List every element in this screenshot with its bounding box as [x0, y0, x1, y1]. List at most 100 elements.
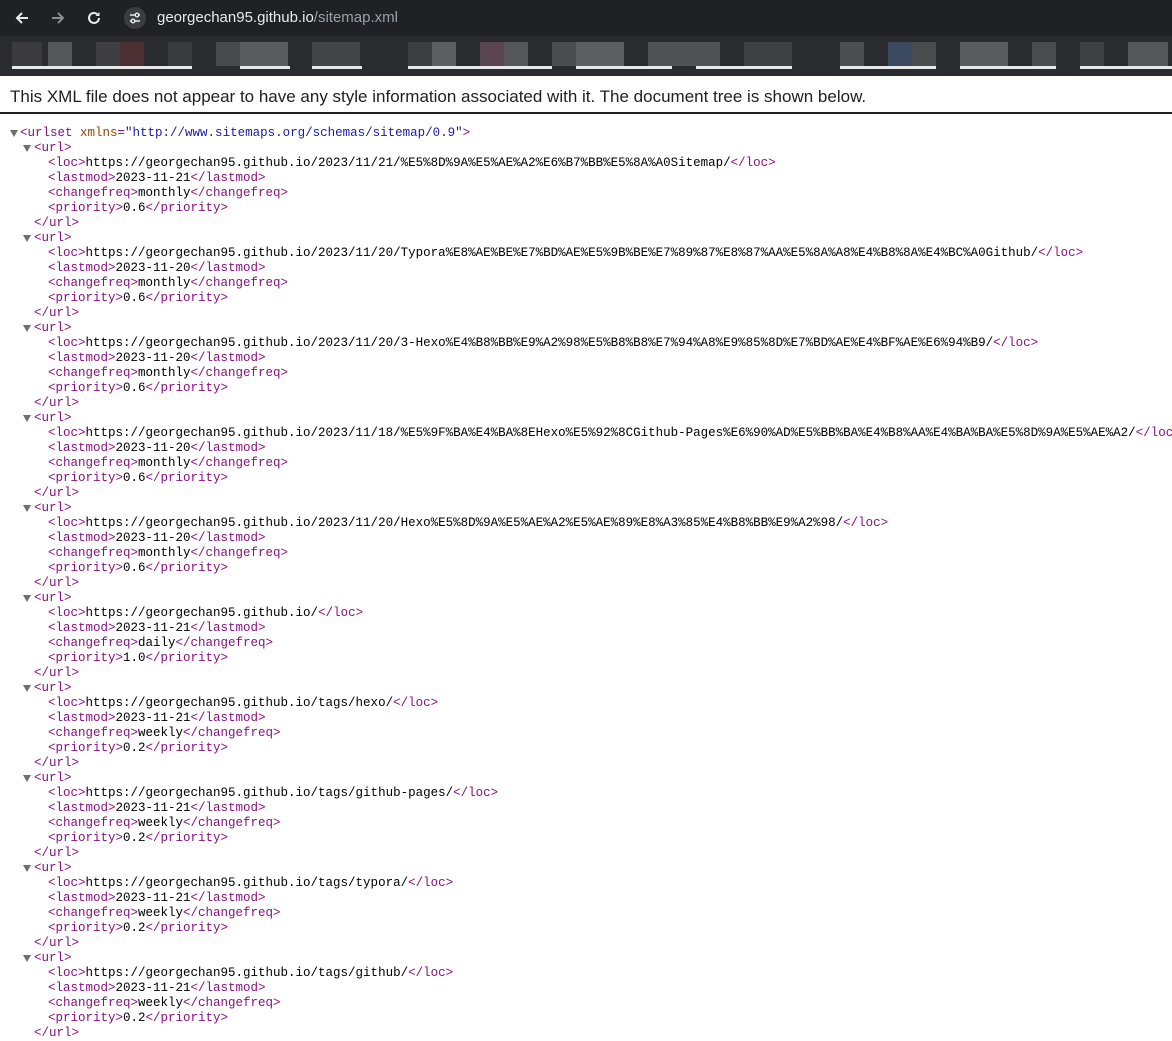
url-close-tag: </url>: [34, 756, 80, 770]
changefreq-value: weekly: [138, 816, 184, 830]
collapse-triangle-icon[interactable]: [23, 145, 31, 152]
changefreq-row: <changefreq>weekly</changefreq>: [48, 726, 281, 740]
priority-value: 0.6: [123, 561, 146, 575]
lastmod-row: <lastmod>2023-11-21</lastmod>: [48, 171, 266, 185]
changefreq-value: monthly: [138, 276, 191, 290]
loc-row: <loc>https://georgechan95.github.io/tags…: [48, 786, 499, 800]
url-text[interactable]: georgechan95.github.io/sitemap.xml: [157, 9, 398, 27]
changefreq-row: <changefreq>monthly</changefreq>: [48, 546, 289, 560]
lastmod-row: <lastmod>2023-11-20</lastmod>: [48, 351, 266, 365]
notice-divider: [0, 112, 1172, 114]
url-open-tag: <url>: [34, 501, 72, 515]
loc-row: <loc>https://georgechan95.github.io/2023…: [48, 246, 1084, 260]
lastmod-value: 2023-11-20: [115, 441, 191, 455]
loc-row: <loc>https://georgechan95.github.io/tags…: [48, 966, 454, 980]
priority-row: <priority>0.2</priority>: [48, 921, 229, 935]
lastmod-row: <lastmod>2023-11-20</lastmod>: [48, 441, 266, 455]
priority-value: 0.2: [123, 741, 146, 755]
priority-row: <priority>0.2</priority>: [48, 1011, 229, 1025]
url-close-tag: </url>: [34, 306, 80, 320]
loc-value: https://georgechan95.github.io/2023/11/2…: [85, 336, 994, 350]
loc-row: <loc>https://georgechan95.github.io/2023…: [48, 156, 776, 170]
priority-row: <priority>0.2</priority>: [48, 741, 229, 755]
lastmod-value: 2023-11-20: [115, 531, 191, 545]
lastmod-row: <lastmod>2023-11-21</lastmod>: [48, 621, 266, 635]
changefreq-value: monthly: [138, 456, 191, 470]
collapse-triangle-icon[interactable]: [23, 775, 31, 782]
changefreq-value: monthly: [138, 186, 191, 200]
url-open-tag: <url>: [34, 591, 72, 605]
priority-value: 0.6: [123, 201, 146, 215]
loc-value: https://georgechan95.github.io/tags/gith…: [85, 786, 454, 800]
changefreq-value: weekly: [138, 996, 184, 1010]
url-open-tag: <url>: [34, 321, 72, 335]
priority-row: <priority>0.6</priority>: [48, 561, 229, 575]
loc-value: https://georgechan95.github.io/tags/typo…: [85, 876, 409, 890]
root-attr-value: "http://www.sitemaps.org/schemas/sitemap…: [125, 126, 463, 140]
url-open-tag: <url>: [34, 231, 72, 245]
lastmod-row: <lastmod>2023-11-21</lastmod>: [48, 801, 266, 815]
priority-value: 0.6: [123, 291, 146, 305]
priority-value: 0.6: [123, 381, 146, 395]
priority-row: <priority>0.2</priority>: [48, 831, 229, 845]
collapse-triangle-icon[interactable]: [23, 955, 31, 962]
lastmod-value: 2023-11-21: [115, 711, 191, 725]
forward-button[interactable]: [44, 6, 72, 30]
priority-row: <priority>0.6</priority>: [48, 291, 229, 305]
priority-value: 0.2: [123, 1011, 146, 1025]
address-bar[interactable]: georgechan95.github.io/sitemap.xml: [118, 3, 1158, 33]
url-open-tag: <url>: [34, 771, 72, 785]
collapse-triangle-icon[interactable]: [23, 595, 31, 602]
loc-value: https://georgechan95.github.io/tags/gith…: [85, 966, 409, 980]
url-close-tag: </url>: [34, 576, 80, 590]
priority-value: 0.2: [123, 921, 146, 935]
lastmod-row: <lastmod>2023-11-21</lastmod>: [48, 711, 266, 725]
lastmod-row: <lastmod>2023-11-20</lastmod>: [48, 531, 266, 545]
url-close-tag: </url>: [34, 846, 80, 860]
changefreq-row: <changefreq>weekly</changefreq>: [48, 906, 281, 920]
url-close-tag: </url>: [34, 396, 80, 410]
reload-icon: [88, 11, 100, 24]
browser-toolbar: georgechan95.github.io/sitemap.xml: [0, 0, 1172, 36]
changefreq-row: <changefreq>monthly</changefreq>: [48, 456, 289, 470]
collapse-triangle-icon[interactable]: [23, 415, 31, 422]
collapse-triangle-icon[interactable]: [23, 325, 31, 332]
loc-value: https://georgechan95.github.io/2023/11/2…: [85, 516, 844, 530]
loc-row: <loc>https://georgechan95.github.io/tags…: [48, 696, 439, 710]
reload-button[interactable]: [80, 6, 108, 30]
url-path: /sitemap.xml: [313, 9, 398, 26]
back-arrow-icon: [15, 12, 28, 24]
changefreq-row: <changefreq>daily</changefreq>: [48, 636, 274, 650]
back-button[interactable]: [8, 6, 36, 30]
loc-row: <loc>https://georgechan95.github.io/</lo…: [48, 606, 364, 620]
collapse-triangle-icon[interactable]: [23, 865, 31, 872]
changefreq-row: <changefreq>monthly</changefreq>: [48, 276, 289, 290]
lastmod-row: <lastmod>2023-11-21</lastmod>: [48, 981, 266, 995]
collapse-triangle-icon[interactable]: [23, 505, 31, 512]
collapse-triangle-icon[interactable]: [23, 235, 31, 242]
url-host: georgechan95.github.io: [157, 9, 314, 26]
lastmod-value: 2023-11-21: [115, 801, 191, 815]
url-close-tag: </url>: [34, 1026, 80, 1040]
collapse-triangle-icon[interactable]: [10, 130, 18, 137]
url-open-tag: <url>: [34, 951, 72, 965]
changefreq-row: <changefreq>monthly</changefreq>: [48, 186, 289, 200]
priority-value: 0.2: [123, 831, 146, 845]
priority-row: <priority>0.6</priority>: [48, 381, 229, 395]
lastmod-value: 2023-11-21: [115, 981, 191, 995]
priority-value: 0.6: [123, 471, 146, 485]
changefreq-value: weekly: [138, 906, 184, 920]
lastmod-value: 2023-11-20: [115, 351, 191, 365]
loc-value: https://georgechan95.github.io/: [85, 606, 319, 620]
xml-style-notice: This XML file does not appear to have an…: [10, 87, 867, 106]
lastmod-row: <lastmod>2023-11-20</lastmod>: [48, 261, 266, 275]
site-settings-icon[interactable]: [124, 7, 146, 29]
loc-row: <loc>https://georgechan95.github.io/2023…: [48, 426, 1172, 440]
loc-value: https://georgechan95.github.io/tags/hexo…: [85, 696, 394, 710]
collapse-triangle-icon[interactable]: [23, 685, 31, 692]
url-open-tag: <url>: [34, 681, 72, 695]
changefreq-row: <changefreq>monthly</changefreq>: [48, 366, 289, 380]
url-close-tag: </url>: [34, 666, 80, 680]
loc-row: <loc>https://georgechan95.github.io/tags…: [48, 876, 454, 890]
url-close-tag: </url>: [34, 216, 80, 230]
